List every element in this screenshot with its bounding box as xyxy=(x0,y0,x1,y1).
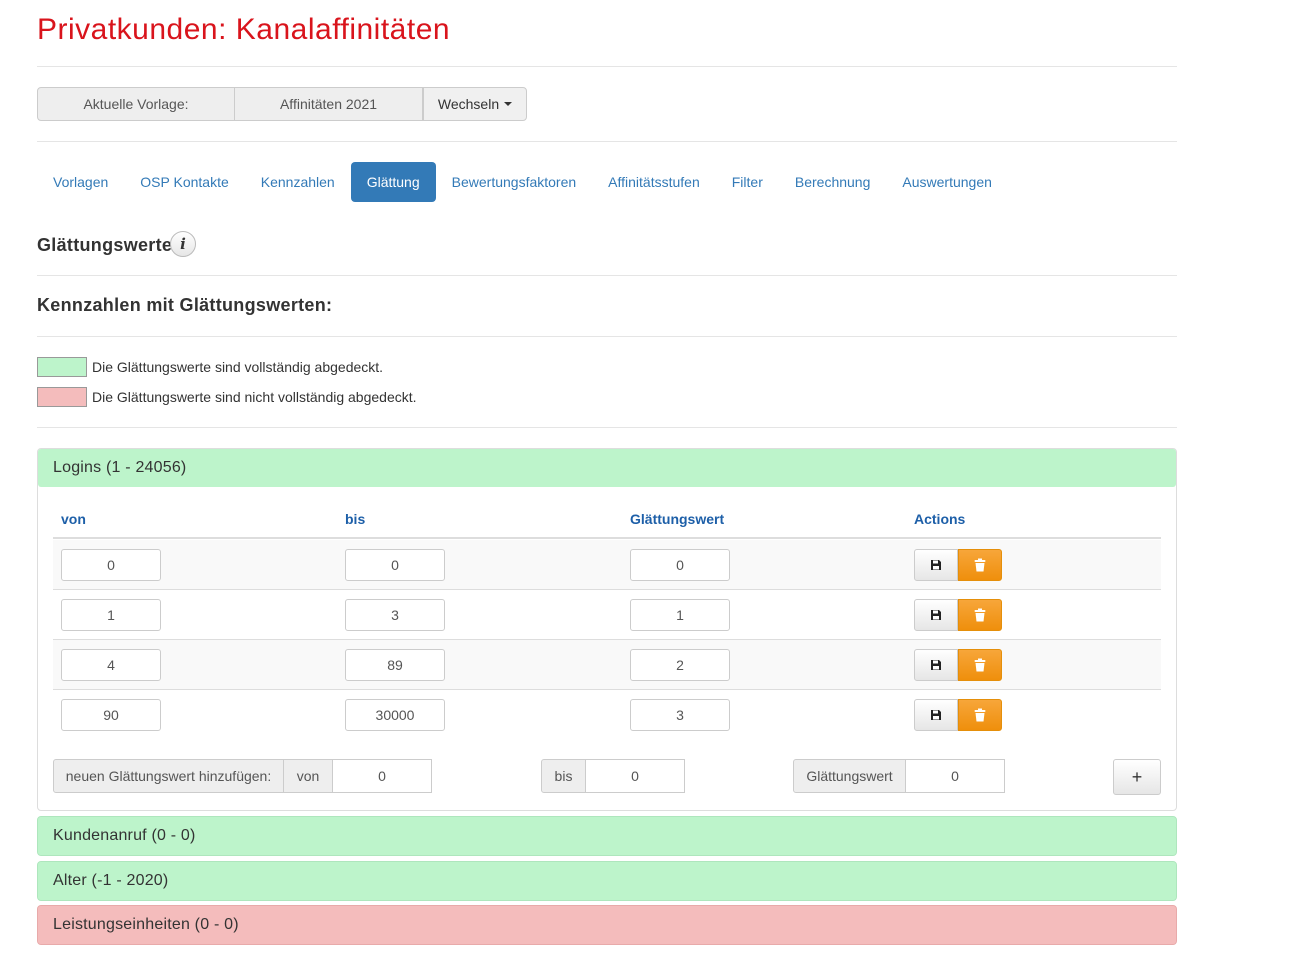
panel-heading-logins[interactable]: Logins (1 - 24056) xyxy=(38,449,1176,487)
glaettungswert-input[interactable] xyxy=(630,649,730,681)
trash-icon xyxy=(974,708,986,722)
legend-incomplete: Die Glättungswerte sind nicht vollständi… xyxy=(37,387,417,407)
save-button[interactable] xyxy=(914,699,958,731)
add-form-label: neuen Glättungswert hinzufügen: xyxy=(53,759,284,793)
add-button[interactable]: + xyxy=(1113,759,1161,795)
trash-icon xyxy=(974,608,986,622)
legend-swatch-incomplete xyxy=(37,387,87,407)
add-von-label: von xyxy=(283,759,333,793)
bis-input[interactable] xyxy=(345,549,445,581)
column-header-von: von xyxy=(61,511,86,527)
tab-osp-kontakte[interactable]: OSP Kontakte xyxy=(124,162,244,202)
save-button[interactable] xyxy=(914,549,958,581)
glaettungswert-input[interactable] xyxy=(630,549,730,581)
tab-bewertungsfaktoren[interactable]: Bewertungsfaktoren xyxy=(436,162,593,202)
bis-input[interactable] xyxy=(345,699,445,731)
divider xyxy=(37,66,1177,67)
add-glaettungswert-form: neuen Glättungswert hinzufügen: von bis … xyxy=(53,759,1161,795)
glaettungswert-input[interactable] xyxy=(630,599,730,631)
divider xyxy=(37,141,1177,142)
panel-heading-kundenanruf[interactable]: Kundenanruf (0 - 0) xyxy=(38,817,1176,855)
bis-input[interactable] xyxy=(345,599,445,631)
floppy-disk-icon xyxy=(931,610,941,620)
divider xyxy=(37,427,1177,428)
panel-leistungseinheiten: Leistungseinheiten (0 - 0) xyxy=(37,905,1177,945)
column-header-actions: Actions xyxy=(914,511,966,527)
panel-heading-alter[interactable]: Alter (-1 - 2020) xyxy=(38,862,1176,900)
von-input[interactable] xyxy=(61,699,161,731)
tab-affinitaetsstufen[interactable]: Affinitätsstufen xyxy=(592,162,716,202)
add-von-input[interactable] xyxy=(332,759,432,793)
caret-down-icon xyxy=(504,102,513,106)
table-row xyxy=(53,590,1161,640)
add-glaettungswert-input[interactable] xyxy=(905,759,1005,793)
divider xyxy=(37,275,1177,276)
column-header-bis: bis xyxy=(345,511,366,527)
tab-vorlagen[interactable]: Vorlagen xyxy=(37,162,124,202)
panel-alter: Alter (-1 - 2020) xyxy=(37,861,1177,901)
tab-auswertungen[interactable]: Auswertungen xyxy=(886,162,1008,202)
vorlage-label: Aktuelle Vorlage: xyxy=(37,87,235,121)
delete-button[interactable] xyxy=(958,549,1002,581)
tab-berechnung[interactable]: Berechnung xyxy=(779,162,887,202)
legend-swatch-complete xyxy=(37,357,87,377)
floppy-disk-icon xyxy=(931,710,941,720)
von-input[interactable] xyxy=(61,649,161,681)
save-button[interactable] xyxy=(914,599,958,631)
wechseln-label: Wechseln xyxy=(437,96,500,112)
delete-button[interactable] xyxy=(958,599,1002,631)
delete-button[interactable] xyxy=(958,699,1002,731)
panel-kundenanruf: Kundenanruf (0 - 0) xyxy=(37,816,1177,856)
section-subtitle: Kennzahlen mit Glättungswerten: xyxy=(37,295,333,315)
trash-icon xyxy=(974,558,986,572)
vorlage-value: Affinitäten 2021 xyxy=(235,87,423,121)
von-input[interactable] xyxy=(61,549,161,581)
tab-filter[interactable]: Filter xyxy=(716,162,779,202)
section-title: Glättungswerte xyxy=(37,235,173,255)
legend-text-complete: Die Glättungswerte sind vollständig abge… xyxy=(92,359,384,375)
glaettungswert-input[interactable] xyxy=(630,699,730,731)
table-header: von bis Glättungswert Actions xyxy=(53,511,1161,539)
table-row xyxy=(53,640,1161,690)
legend-complete: Die Glättungswerte sind vollständig abge… xyxy=(37,357,383,377)
info-icon[interactable]: i xyxy=(170,231,196,257)
legend-text-incomplete: Die Glättungswerte sind nicht vollständi… xyxy=(92,389,417,405)
main-tabs: Vorlagen OSP Kontakte Kennzahlen Glättun… xyxy=(37,162,1008,202)
von-input[interactable] xyxy=(61,599,161,631)
table-row xyxy=(53,690,1161,740)
save-button[interactable] xyxy=(914,649,958,681)
panel-logins: Logins (1 - 24056) von bis Glättungswert… xyxy=(37,448,1177,811)
trash-icon xyxy=(974,658,986,672)
divider xyxy=(37,336,1177,337)
floppy-disk-icon xyxy=(931,660,941,670)
wechseln-dropdown-button[interactable]: Wechseln xyxy=(423,87,527,121)
floppy-disk-icon xyxy=(931,560,941,570)
tab-glaettung[interactable]: Glättung xyxy=(350,162,436,202)
table-row xyxy=(53,540,1161,590)
add-bis-input[interactable] xyxy=(585,759,685,793)
bis-input[interactable] xyxy=(345,649,445,681)
page-title: Privatkunden: Kanalaffinitäten xyxy=(37,13,451,46)
add-wert-label: Glättungswert xyxy=(793,759,906,793)
delete-button[interactable] xyxy=(958,649,1002,681)
panel-heading-leistungseinheiten[interactable]: Leistungseinheiten (0 - 0) xyxy=(38,906,1176,944)
tab-kennzahlen[interactable]: Kennzahlen xyxy=(245,162,351,202)
column-header-glaettungswert: Glättungswert xyxy=(630,511,725,527)
vorlage-selector: Aktuelle Vorlage: Affinitäten 2021 Wechs… xyxy=(37,87,527,121)
add-bis-label: bis xyxy=(541,759,586,793)
